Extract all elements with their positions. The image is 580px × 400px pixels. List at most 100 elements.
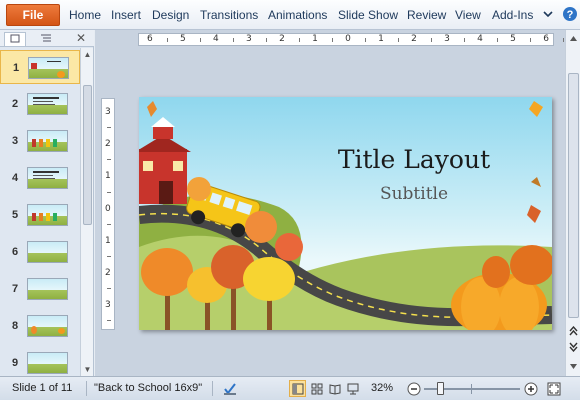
slide-thumbnail-item[interactable]: 9 <box>0 346 80 376</box>
tab-review[interactable]: Review <box>407 8 446 22</box>
file-tab[interactable]: File <box>6 4 60 26</box>
ruler-label: 3 <box>105 300 111 311</box>
slide-thumbnail-item[interactable]: 4 <box>0 161 80 195</box>
ruler-label: 3 <box>444 34 450 44</box>
slide-thumbnail[interactable] <box>27 93 68 115</box>
ruler-label: 6 <box>147 34 153 44</box>
slide-thumbnail-list: 1 2 3 4 5 6 7 8 9 <box>0 48 80 376</box>
ruler-label: 3 <box>246 34 252 44</box>
previous-slide-icon[interactable] <box>569 326 578 336</box>
tab-outline[interactable] <box>36 32 58 46</box>
slide-thumbnail[interactable] <box>28 57 69 79</box>
close-icon[interactable]: ✕ <box>76 31 86 45</box>
ruler-label: 4 <box>477 34 483 44</box>
tab-slides[interactable] <box>4 32 26 46</box>
status-bar: Slide 1 of 11 "Back to School 16x9" 32% <box>0 376 580 400</box>
ruler-tick <box>430 38 432 42</box>
ruler-tick <box>107 256 111 257</box>
ruler-tick <box>107 320 111 322</box>
slide-number: 4 <box>12 172 19 184</box>
next-slide-icon[interactable] <box>569 342 578 352</box>
ruler-label: 2 <box>411 34 417 44</box>
scroll-down-icon[interactable]: ▼ <box>83 365 92 374</box>
slide-number: 8 <box>12 320 19 332</box>
scrollbar-thumb[interactable] <box>83 85 92 225</box>
ruler-tick <box>107 159 111 161</box>
tab-home[interactable]: Home <box>69 8 101 22</box>
ruler-label: 3 <box>105 107 111 117</box>
ruler-tick <box>331 38 333 42</box>
slide-subtitle[interactable]: Subtitle <box>304 184 524 204</box>
slide-thumbnail[interactable] <box>27 315 68 337</box>
slide-thumbnail[interactable] <box>27 352 68 374</box>
scroll-up-icon[interactable]: ▲ <box>83 50 92 59</box>
reading-view-icon[interactable] <box>326 380 343 397</box>
editor-vertical-scrollbar[interactable] <box>565 30 580 376</box>
ruler-label: 2 <box>105 268 111 279</box>
chevron-down-icon[interactable] <box>541 7 555 21</box>
slide-number: 6 <box>12 246 19 258</box>
slide-thumbnail[interactable] <box>27 241 68 263</box>
ruler-tick <box>397 38 399 42</box>
ruler-label: 1 <box>105 171 111 182</box>
slide-thumbnail[interactable] <box>27 278 68 300</box>
slide-sorter-icon[interactable] <box>308 380 325 397</box>
tab-transitions[interactable]: Transitions <box>200 8 258 22</box>
ruler-tick <box>107 288 111 290</box>
slide-thumbnail-item[interactable]: 6 <box>0 235 80 269</box>
zoom-level[interactable]: 32% <box>371 382 393 394</box>
slides-panel: ✕ 1 2 3 4 5 6 7 8 9 ▲ ▼ <box>0 30 94 376</box>
slide-title[interactable]: Title Layout <box>304 145 524 174</box>
ruler-tick <box>265 38 267 42</box>
slide-thumbnail-item[interactable]: 3 <box>0 124 80 158</box>
slide-thumbnail[interactable] <box>27 204 68 226</box>
tab-view[interactable]: View <box>455 8 481 22</box>
zoom-slider-center-tick <box>471 384 472 394</box>
scroll-down-icon[interactable] <box>569 362 578 371</box>
slide-indicator: Slide 1 of 11 <box>12 382 73 394</box>
zoom-out-icon[interactable] <box>405 380 422 397</box>
zoom-slider[interactable] <box>424 382 520 395</box>
slides-panel-tabs: ✕ <box>0 30 94 47</box>
ruler-label: 1 <box>378 34 384 44</box>
scrollbar-thumb[interactable] <box>568 73 579 318</box>
help-icon[interactable]: ? <box>562 6 578 22</box>
slide-thumbnail-item[interactable]: 5 <box>0 198 80 232</box>
scroll-up-icon[interactable] <box>569 34 578 43</box>
status-separator <box>86 381 87 396</box>
tab-add-ins[interactable]: Add-Ins <box>492 8 533 22</box>
theme-name: "Back to School 16x9" <box>94 382 203 394</box>
slide-number: 5 <box>12 209 19 221</box>
ruler-label: 2 <box>105 139 111 150</box>
ruler-tick <box>496 38 498 42</box>
slides-panel-scrollbar[interactable]: ▲ ▼ <box>80 48 93 376</box>
slide-thumbnail-item[interactable]: 7 <box>0 272 80 306</box>
slide-thumbnail-item[interactable]: 1 <box>0 50 80 84</box>
tab-slide-show[interactable]: Slide Show <box>338 8 398 22</box>
slide-number: 9 <box>12 357 19 369</box>
zoom-slider-thumb[interactable] <box>437 382 445 395</box>
ruler-tick <box>364 38 366 42</box>
slide-show-icon[interactable] <box>344 380 361 397</box>
tab-animations[interactable]: Animations <box>268 8 327 22</box>
fit-slide-icon[interactable] <box>545 380 562 397</box>
slide-thumbnail-item[interactable]: 2 <box>0 87 80 121</box>
zoom-in-icon[interactable] <box>522 380 539 397</box>
tab-design[interactable]: Design <box>152 8 189 22</box>
outline-view-icon <box>41 34 51 42</box>
spell-check-icon[interactable] <box>221 380 238 397</box>
slide-number: 7 <box>12 283 19 295</box>
ruler-label: 1 <box>105 235 111 246</box>
ruler-label: 6 <box>543 34 549 44</box>
slide-thumbnail[interactable] <box>27 130 68 152</box>
slides-view-icon <box>10 34 20 43</box>
slide-number: 3 <box>12 135 19 147</box>
vertical-ruler: 3 2 1 0 1 2 3 <box>101 98 115 330</box>
ribbon-tab-bar: File Home Insert Design Transitions Anim… <box>0 0 580 30</box>
slide-thumbnail[interactable] <box>27 167 68 189</box>
normal-view-icon[interactable] <box>289 380 306 397</box>
slide-thumbnail-item[interactable]: 8 <box>0 309 80 343</box>
ruler-label: 0 <box>345 34 351 44</box>
tab-insert[interactable]: Insert <box>111 8 141 22</box>
slide-canvas[interactable]: Title Layout Subtitle <box>139 97 552 330</box>
